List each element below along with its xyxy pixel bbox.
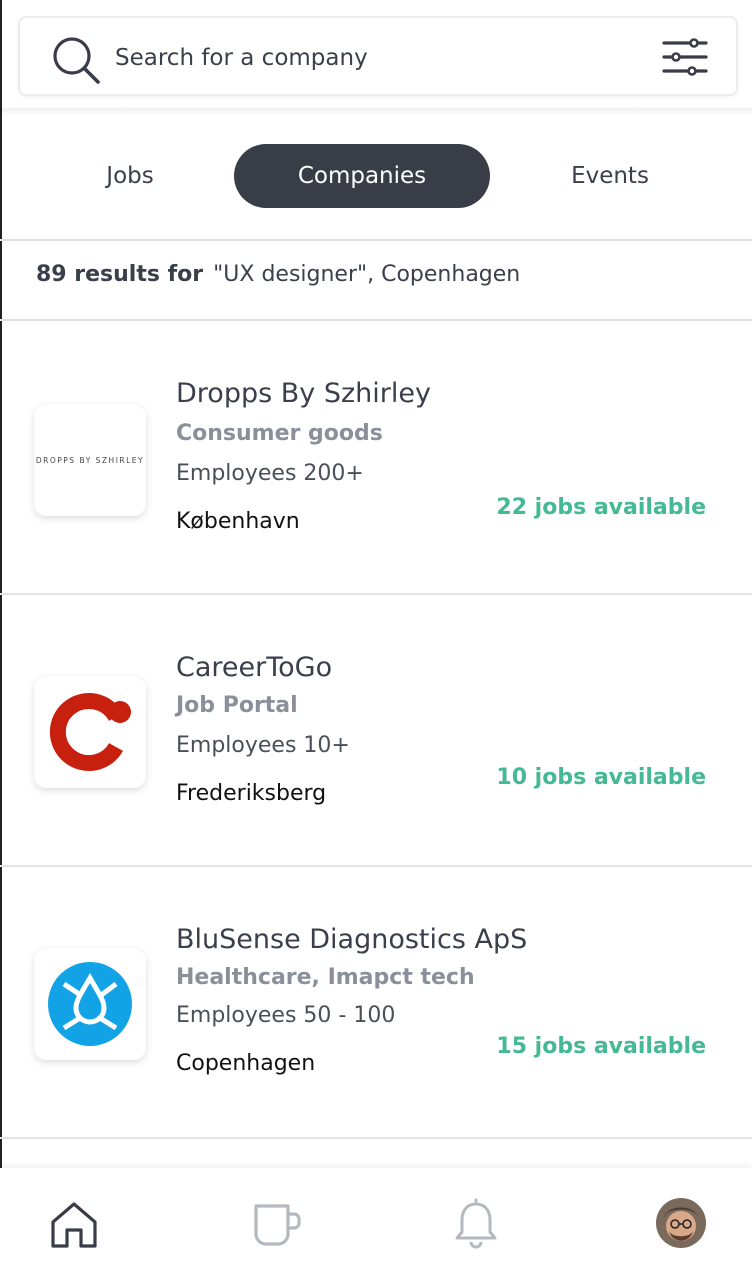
jobs-available-link[interactable]: 10 jobs available	[496, 765, 706, 790]
company-location: København	[176, 509, 300, 534]
home-icon[interactable]	[48, 1198, 100, 1250]
tab-jobs[interactable]: Jobs	[60, 144, 200, 208]
divider	[0, 1137, 752, 1139]
filter-sliders-icon[interactable]	[662, 36, 708, 78]
results-query: "UX designer", Copenhagen	[213, 262, 521, 287]
company-location: Frederiksberg	[176, 781, 327, 806]
results-count: 89 results for	[36, 262, 204, 287]
company-employees: Employees 200+	[176, 461, 364, 486]
company-location: Copenhagen	[176, 1051, 316, 1076]
company-employees: Employees 50 - 100	[176, 1003, 396, 1028]
company-name: BluSense Diagnostics ApS	[176, 924, 528, 955]
company-name: Dropps By Szhirley	[176, 378, 431, 409]
dropps-logo-text: DROPPS BY SZHIRLEY	[35, 455, 145, 465]
company-employees: Employees 10+	[176, 733, 350, 758]
divider	[0, 239, 752, 241]
header-shadow	[0, 108, 752, 116]
company-logo-careertogo	[34, 676, 146, 788]
search-icon	[53, 37, 100, 84]
company-industry: Job Portal	[176, 693, 298, 718]
blusense-logo-icon	[48, 962, 132, 1046]
careertogo-logo-icon	[49, 693, 131, 771]
company-industry: Healthcare, Imapct tech	[176, 965, 475, 990]
tab-events[interactable]: Events	[540, 144, 680, 208]
search-input[interactable]	[115, 38, 635, 78]
company-card-dropps[interactable]: DROPPS BY SZHIRLEY Dropps By Szhirley Co…	[0, 322, 752, 592]
jobs-available-link[interactable]: 15 jobs available	[496, 1034, 706, 1059]
results-summary: 89 results for "UX designer", Copenhagen	[36, 262, 520, 287]
divider	[0, 319, 752, 321]
avatar[interactable]	[656, 1198, 706, 1248]
divider	[0, 865, 752, 867]
company-logo-dropps: DROPPS BY SZHIRLEY	[34, 404, 146, 516]
bell-icon[interactable]	[450, 1198, 502, 1250]
company-industry: Consumer goods	[176, 421, 383, 446]
tab-companies[interactable]: Companies	[234, 144, 490, 208]
tab-bar: Jobs Companies Events	[0, 144, 752, 208]
jobs-available-link[interactable]: 22 jobs available	[496, 495, 706, 520]
bottom-nav	[0, 1168, 752, 1278]
company-card-careertogo[interactable]: CareerToGo Job Portal Employees 10+ Fred…	[0, 596, 752, 866]
company-card-blusense[interactable]: BluSense Diagnostics ApS Healthcare, Ima…	[0, 868, 752, 1138]
divider	[0, 593, 752, 595]
avatar-image	[656, 1198, 706, 1248]
company-logo-blusense	[34, 948, 146, 1060]
company-name: CareerToGo	[176, 652, 333, 683]
cup-icon[interactable]	[250, 1198, 302, 1250]
search-bar[interactable]	[18, 16, 738, 96]
